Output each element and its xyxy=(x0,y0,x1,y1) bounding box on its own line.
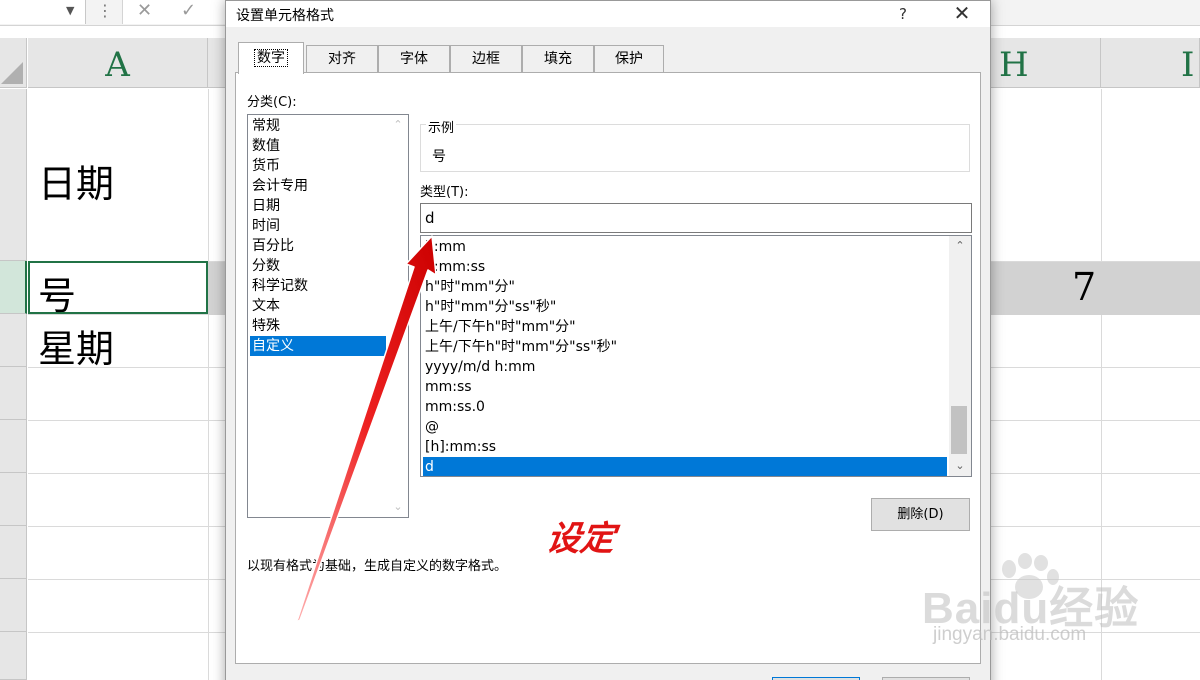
row-header[interactable] xyxy=(0,367,27,420)
sample-group xyxy=(420,124,970,172)
scroll-up-icon[interactable]: ⌃ xyxy=(388,115,408,135)
list-item[interactable]: 分数 xyxy=(250,256,386,276)
scroll-down-icon[interactable]: ⌄ xyxy=(949,456,971,476)
tab-number[interactable]: 数字 xyxy=(238,42,304,74)
description-text: 以现有格式为基础，生成自定义的数字格式。 xyxy=(247,559,508,574)
format-cells-dialog: 设置单元格格式 ? ✕ 数字 对齐 字体 边框 填充 保护 分类(C): 常规 … xyxy=(225,0,991,680)
formula-buttons: ✕ ✓ xyxy=(122,0,226,24)
gridline xyxy=(208,89,209,680)
list-item[interactable]: 常规 xyxy=(250,116,386,136)
cell-a-weekday[interactable]: 星期 xyxy=(38,318,114,373)
cancel-icon[interactable]: ✕ xyxy=(137,0,152,21)
scroll-down-icon[interactable]: ⌄ xyxy=(388,497,408,517)
list-item-selected[interactable]: d xyxy=(423,457,947,476)
category-label: 分类(C): xyxy=(247,95,297,110)
dialog-title-bar[interactable]: 设置单元格格式 ? ✕ xyxy=(226,1,990,27)
list-item[interactable]: mm:ss.0 xyxy=(423,397,947,417)
dialog-title: 设置单元格格式 xyxy=(236,8,334,24)
more-options-icon: ⋮ xyxy=(97,1,113,20)
scroll-up-icon[interactable]: ⌃ xyxy=(949,236,971,256)
row-header[interactable] xyxy=(0,89,27,261)
confirm-icon[interactable]: ✓ xyxy=(181,0,196,21)
row-header[interactable] xyxy=(0,579,27,632)
category-listbox[interactable]: 常规 数值 货币 会计专用 日期 时间 百分比 分数 科学记数 文本 特殊 自定… xyxy=(247,114,409,518)
sample-legend: 示例 xyxy=(426,117,457,136)
list-item[interactable]: h:mm xyxy=(423,237,947,257)
sample-value: 号 xyxy=(432,149,446,165)
format-scrollbar[interactable]: ⌃ ⌄ xyxy=(949,236,971,476)
close-button[interactable]: ✕ xyxy=(944,1,980,25)
select-all-icon xyxy=(1,62,23,84)
column-header-i[interactable]: I xyxy=(1101,38,1200,88)
annotation-text: 设定 xyxy=(543,519,618,559)
cell-h-day-value[interactable]: 7 xyxy=(1072,265,1096,309)
row-header[interactable] xyxy=(0,473,27,526)
select-all-corner[interactable] xyxy=(0,38,27,88)
list-item[interactable]: yyyy/m/d h:mm xyxy=(423,357,947,377)
tab-font[interactable]: 字体 xyxy=(378,45,450,73)
list-item[interactable]: 特殊 xyxy=(250,316,386,336)
list-item[interactable]: h"时"mm"分"ss"秒" xyxy=(423,297,947,317)
name-box[interactable]: ▼ xyxy=(0,0,86,24)
tab-number-label: 数字 xyxy=(254,49,288,67)
tab-border[interactable]: 边框 xyxy=(450,45,522,73)
list-item-selected[interactable]: 自定义 xyxy=(250,336,386,356)
scroll-thumb[interactable] xyxy=(951,406,967,454)
selected-row-band xyxy=(208,262,226,315)
row-header[interactable] xyxy=(0,526,27,579)
tab-fill[interactable]: 填充 xyxy=(522,45,594,73)
row-header[interactable] xyxy=(0,420,27,473)
list-item[interactable]: h"时"mm"分" xyxy=(423,277,947,297)
list-item[interactable]: 百分比 xyxy=(250,236,386,256)
list-item[interactable]: 上午/下午h"时"mm"分"ss"秒" xyxy=(423,337,947,357)
tab-protection[interactable]: 保护 xyxy=(594,45,664,73)
list-item[interactable]: 会计专用 xyxy=(250,176,386,196)
type-input[interactable]: d xyxy=(420,203,972,233)
cell-a-date[interactable]: 日期 xyxy=(38,153,114,208)
category-scrollbar[interactable]: ⌃ ⌄ xyxy=(388,115,408,517)
row-header[interactable] xyxy=(0,314,27,367)
list-item[interactable]: 货币 xyxy=(250,156,386,176)
row-header[interactable] xyxy=(0,632,27,680)
chevron-down-icon[interactable]: ▼ xyxy=(66,4,74,17)
list-item[interactable]: 日期 xyxy=(250,196,386,216)
list-item[interactable]: h:mm:ss xyxy=(423,257,947,277)
column-header-h[interactable]: H xyxy=(991,38,1101,88)
list-item[interactable]: @ xyxy=(423,417,947,437)
column-header-b[interactable] xyxy=(208,38,226,88)
list-item[interactable]: 科学记数 xyxy=(250,276,386,296)
column-header-a[interactable]: A xyxy=(28,38,208,88)
type-label: 类型(T): xyxy=(420,185,469,200)
help-button[interactable]: ? xyxy=(888,2,918,26)
list-item[interactable]: [h]:mm:ss xyxy=(423,437,947,457)
delete-button[interactable]: 删除(D) xyxy=(871,498,970,531)
number-tab-panel: 分类(C): 常规 数值 货币 会计专用 日期 时间 百分比 分数 科学记数 文… xyxy=(235,72,981,664)
list-item[interactable]: mm:ss xyxy=(423,377,947,397)
list-item[interactable]: 上午/下午h"时"mm"分" xyxy=(423,317,947,337)
row-header-selected[interactable] xyxy=(0,261,27,314)
format-listbox[interactable]: h:mm h:mm:ss h"时"mm"分" h"时"mm"分"ss"秒" 上午… xyxy=(420,235,972,477)
tab-alignment[interactable]: 对齐 xyxy=(306,45,378,73)
list-item[interactable]: 时间 xyxy=(250,216,386,236)
list-item[interactable]: 数值 xyxy=(250,136,386,156)
watermark-url: jingyan.baidu.com xyxy=(933,624,1087,645)
cell-a-day[interactable]: 号 xyxy=(38,265,76,320)
list-item[interactable]: 文本 xyxy=(250,296,386,316)
